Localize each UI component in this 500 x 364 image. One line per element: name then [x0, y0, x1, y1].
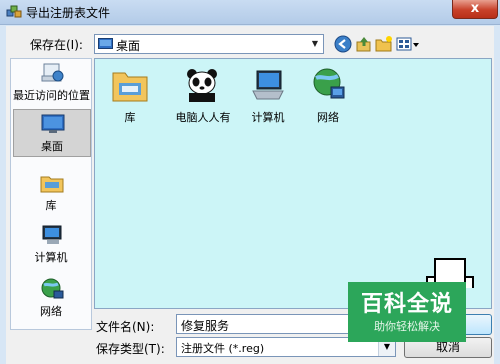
- registry-editor-icon: [6, 5, 22, 18]
- watermark-subtitle: 助你轻松解决: [374, 320, 440, 333]
- place-label: 网络: [40, 305, 62, 318]
- filetype-value: 注册文件 (*.reg): [181, 342, 265, 355]
- place-libraries[interactable]: 库: [13, 169, 89, 215]
- computer-icon: [42, 225, 62, 244]
- place-network[interactable]: 网络: [13, 275, 89, 321]
- window-title: 导出注册表文件: [26, 6, 111, 20]
- filename-label: 文件名(N):: [96, 320, 155, 334]
- filetype-label: 保存类型(T):: [96, 342, 165, 356]
- file-label: 库: [124, 111, 136, 124]
- libraries-icon: [112, 72, 148, 102]
- file-label: 网络: [317, 111, 339, 124]
- save-in-label: 保存在(I):: [30, 38, 83, 52]
- title-bar: 导出注册表文件 x: [0, 0, 500, 25]
- file-list: 库 电脑人人有 计算机 网络: [94, 58, 492, 309]
- place-label: 库: [45, 199, 57, 212]
- filename-value: 修复服务: [181, 319, 230, 333]
- place-recent[interactable]: 最近访问的位置: [13, 59, 90, 105]
- place-label: 计算机: [34, 251, 68, 264]
- chevron-down-icon[interactable]: ▼: [307, 35, 323, 53]
- place-desktop[interactable]: 桌面: [13, 109, 91, 157]
- desktop-icon: [98, 38, 113, 49]
- place-computer[interactable]: 计算机: [13, 221, 89, 267]
- view-menu-icon[interactable]: [396, 35, 420, 53]
- file-item-panda[interactable]: 电脑人人有: [163, 65, 243, 125]
- network-icon: [313, 68, 345, 99]
- place-label: 最近访问的位置: [13, 89, 90, 102]
- computer-icon: [252, 70, 284, 100]
- watermark-badge: 百科全说 助你轻松解决: [348, 282, 466, 342]
- save-in-value: 桌面: [116, 39, 141, 53]
- libraries-icon: [40, 176, 64, 193]
- desktop-icon: [41, 114, 65, 133]
- new-folder-icon[interactable]: [375, 35, 393, 53]
- recent-places-icon: [41, 63, 64, 82]
- close-button[interactable]: x: [452, 0, 498, 19]
- save-in-dropdown[interactable]: 桌面 ▼: [94, 34, 324, 54]
- file-item-network[interactable]: 网络: [293, 65, 363, 125]
- up-folder-icon[interactable]: [355, 35, 373, 53]
- file-item-libraries[interactable]: 库: [95, 65, 165, 125]
- file-label: 电脑人人有: [175, 111, 231, 124]
- places-bar: 最近访问的位置 桌面 库 计算机 网络: [10, 58, 92, 330]
- export-registry-dialog: 导出注册表文件 x 保存在(I): 桌面 ▼ 最近访问的位置 桌面 库 计算机 …: [0, 0, 500, 364]
- place-label: 桌面: [41, 140, 63, 153]
- back-icon[interactable]: [334, 35, 352, 53]
- network-icon: [41, 278, 64, 299]
- panda-icon: [187, 69, 217, 102]
- watermark-title: 百科全说: [360, 292, 453, 317]
